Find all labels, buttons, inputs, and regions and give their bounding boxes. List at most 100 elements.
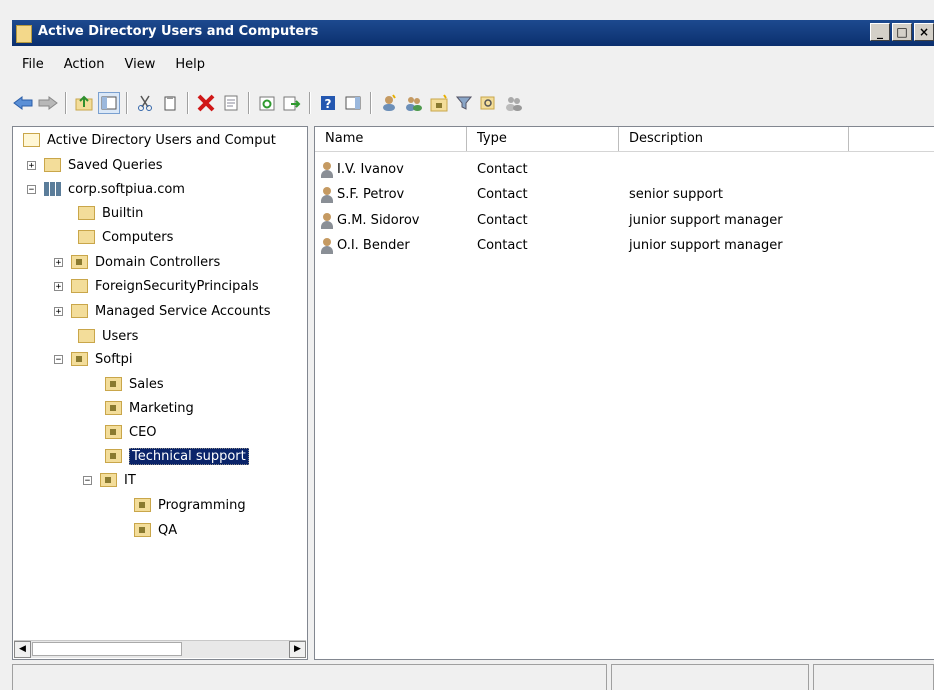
ou-icon	[105, 449, 122, 463]
scroll-thumb[interactable]	[32, 642, 182, 656]
title-bar[interactable]: Active Directory Users and Computers _ □…	[12, 20, 934, 46]
tree-item-ceo[interactable]: CEO	[105, 421, 157, 443]
tree-item-builtin[interactable]: Builtin	[78, 202, 143, 224]
status-bar	[12, 664, 934, 690]
back-icon[interactable]	[12, 92, 34, 114]
contact-name: I.V. Ivanov	[337, 162, 404, 177]
menu-action[interactable]: Action	[54, 54, 115, 78]
show-action-pane-icon[interactable]	[342, 92, 364, 114]
filter-icon[interactable]	[453, 92, 475, 114]
console-root-icon	[23, 133, 40, 147]
minimize-button[interactable]: _	[870, 23, 890, 41]
contact-name: O.I. Bender	[337, 238, 410, 253]
contact-name: G.M. Sidorov	[337, 213, 420, 228]
ou-icon	[134, 523, 151, 537]
window-title: Active Directory Users and Computers	[38, 24, 319, 39]
tree-item-saved-queries[interactable]: + Saved Queries	[27, 154, 163, 176]
table-row[interactable]: O.I. Bender Contact junior support manag…	[315, 233, 849, 258]
folder-icon	[78, 206, 95, 220]
cut-icon[interactable]	[134, 92, 156, 114]
menu-file[interactable]: File	[12, 54, 54, 78]
status-panel-main	[12, 664, 607, 690]
folder-icon	[71, 279, 88, 293]
scroll-right-icon[interactable]: ▶	[289, 641, 306, 658]
add-to-group-icon[interactable]	[503, 92, 525, 114]
tree-item-domain-controllers[interactable]: + Domain Controllers	[54, 251, 220, 273]
column-header-type[interactable]: Type	[467, 127, 619, 151]
table-row[interactable]: G.M. Sidorov Contact junior support mana…	[315, 208, 849, 233]
collapse-icon[interactable]: −	[83, 475, 92, 485]
tree-label: Technical support	[129, 447, 249, 465]
export-list-icon[interactable]	[281, 92, 303, 114]
horizontal-scrollbar[interactable]: ◀ ▶	[14, 640, 306, 658]
tree-label: Managed Service Accounts	[95, 303, 271, 319]
tree-label: Programming	[158, 497, 246, 513]
tree-item-it[interactable]: − IT	[83, 469, 136, 491]
tree-label: Marketing	[129, 400, 194, 416]
tree-item-marketing[interactable]: Marketing	[105, 397, 194, 419]
contact-type: Contact	[477, 238, 528, 253]
tree-item-programming[interactable]: Programming	[134, 494, 246, 516]
toolbar-separator	[65, 92, 67, 114]
find-icon[interactable]	[478, 92, 500, 114]
contact-description: senior support	[629, 187, 723, 202]
contact-description: junior support manager	[629, 238, 783, 253]
domain-icon	[44, 182, 61, 196]
show-console-tree-icon[interactable]	[98, 92, 120, 114]
tree-item-technical-support[interactable]: Technical support	[105, 445, 249, 467]
tree-label: Computers	[102, 229, 174, 245]
tree-item-computers[interactable]: Computers	[78, 226, 173, 248]
console-tree[interactable]: Active Directory Users and Comput + Save…	[12, 126, 308, 660]
new-ou-icon[interactable]	[428, 92, 450, 114]
tree-label: Users	[102, 328, 139, 344]
table-row[interactable]: S.F. Petrov Contact senior support	[315, 182, 849, 207]
window-controls: _ □ ×	[868, 23, 934, 41]
tree-label: QA	[158, 522, 178, 538]
contact-type: Contact	[477, 187, 528, 202]
expand-icon[interactable]: +	[54, 306, 63, 316]
tree-item-sales[interactable]: Sales	[105, 373, 164, 395]
menu-help[interactable]: Help	[165, 54, 215, 78]
toolbar-separator	[309, 92, 311, 114]
delete-icon[interactable]	[195, 92, 217, 114]
help-icon[interactable]: ?	[317, 92, 339, 114]
maximize-button[interactable]: □	[892, 23, 912, 41]
tree-label: ForeignSecurityPrincipals	[95, 278, 259, 294]
collapse-icon[interactable]: −	[27, 184, 36, 194]
tree-item-qa[interactable]: QA	[134, 519, 177, 541]
scroll-left-icon[interactable]: ◀	[14, 641, 31, 658]
column-header-name[interactable]: Name	[315, 127, 467, 151]
close-button[interactable]: ×	[914, 23, 934, 41]
tree-item-foreign-security-principals[interactable]: + ForeignSecurityPrincipals	[54, 275, 259, 297]
tree-label: Domain Controllers	[95, 254, 221, 270]
new-group-icon[interactable]	[403, 92, 425, 114]
copy-icon[interactable]	[159, 92, 181, 114]
tree-item-softpi[interactable]: − Softpi	[54, 348, 133, 370]
tree-item-domain[interactable]: − corp.softpiua.com	[27, 178, 185, 200]
toolbar: ?	[12, 88, 934, 118]
expand-icon[interactable]: +	[54, 281, 63, 291]
forward-icon[interactable]	[37, 92, 59, 114]
toolbar-separator	[370, 92, 372, 114]
refresh-icon[interactable]	[256, 92, 278, 114]
tree-item-root[interactable]: Active Directory Users and Comput	[23, 129, 276, 151]
new-user-icon[interactable]	[378, 92, 400, 114]
tree-item-managed-service-accounts[interactable]: + Managed Service Accounts	[54, 300, 270, 322]
app-icon	[16, 25, 32, 43]
contact-type: Contact	[477, 213, 528, 228]
collapse-icon[interactable]: −	[54, 354, 63, 364]
folder-icon	[71, 304, 88, 318]
expand-icon[interactable]: +	[27, 160, 36, 170]
tree-label: IT	[124, 472, 136, 488]
column-header-description[interactable]: Description	[619, 127, 849, 151]
ou-icon	[105, 425, 122, 439]
menu-view[interactable]: View	[114, 54, 165, 78]
up-folder-icon[interactable]	[73, 92, 95, 114]
details-list[interactable]: Name Type Description I.V. Ivanov Contac…	[314, 126, 934, 660]
properties-icon[interactable]	[220, 92, 242, 114]
list-header: Name Type Description	[315, 127, 934, 152]
expand-icon[interactable]: +	[54, 257, 63, 267]
tree-item-users[interactable]: Users	[78, 325, 138, 347]
table-row[interactable]: I.V. Ivanov Contact	[315, 157, 849, 182]
status-panel-middle	[611, 664, 809, 690]
